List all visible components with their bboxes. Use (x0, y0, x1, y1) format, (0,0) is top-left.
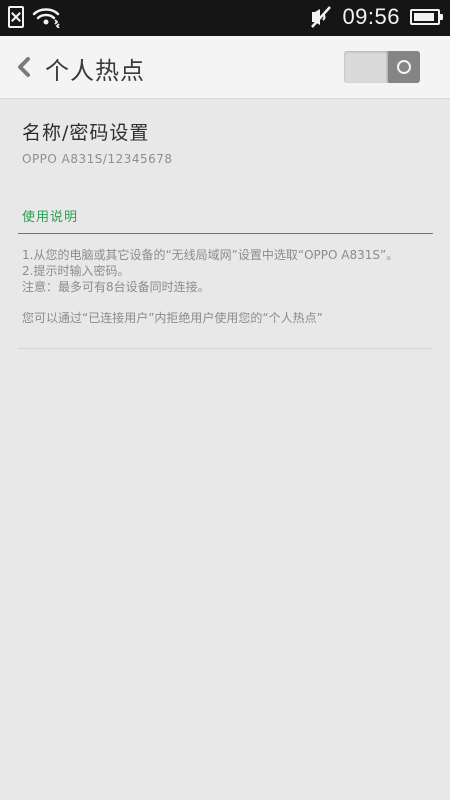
battery-level-fill (414, 13, 435, 21)
instruction-note: 注意：最多可有8台设备同时连接。 (22, 280, 210, 295)
name-password-settings-item[interactable]: 名称/密码设置 OPPO A831S/12345678 (22, 118, 422, 166)
instructions-bottom-divider (18, 348, 433, 349)
wifi-hotspot-icon (32, 6, 60, 28)
status-right-icons: 09:56 (310, 4, 443, 30)
sim-error-icon (8, 6, 24, 28)
mute-icon (310, 5, 332, 29)
battery-icon (410, 9, 443, 25)
name-password-title: 名称/密码设置 (22, 122, 150, 144)
instructions-text: 1.从您的电脑或其它设备的“无线局域网”设置中选取“OPPO A831S”。 2… (22, 247, 430, 326)
instruction-tip: 您可以通过“已连接用户”内拒绝用户使用您的“个人热点” (22, 310, 323, 325)
instructions-divider (18, 233, 433, 234)
status-bar: 09:56 (0, 0, 450, 36)
back-chevron-icon[interactable] (14, 54, 34, 80)
hotspot-toggle-switch[interactable] (344, 51, 420, 83)
instruction-step-1: 1.从您的电脑或其它设备的“无线局域网”设置中选取“OPPO A831S”。 (22, 248, 399, 262)
status-left-icons (8, 6, 60, 28)
instructions-header: 使用说明 (22, 210, 79, 225)
instruction-step-2: 2.提示时输入密码。 (22, 264, 130, 279)
toggle-thumb-icon (388, 51, 420, 83)
clock-time: 09:56 (342, 4, 400, 29)
page-title: 个人热点 (45, 57, 145, 85)
title-bar: 个人热点 (0, 36, 450, 99)
hotspot-name-password-value: OPPO A831S/12345678 (22, 152, 173, 166)
